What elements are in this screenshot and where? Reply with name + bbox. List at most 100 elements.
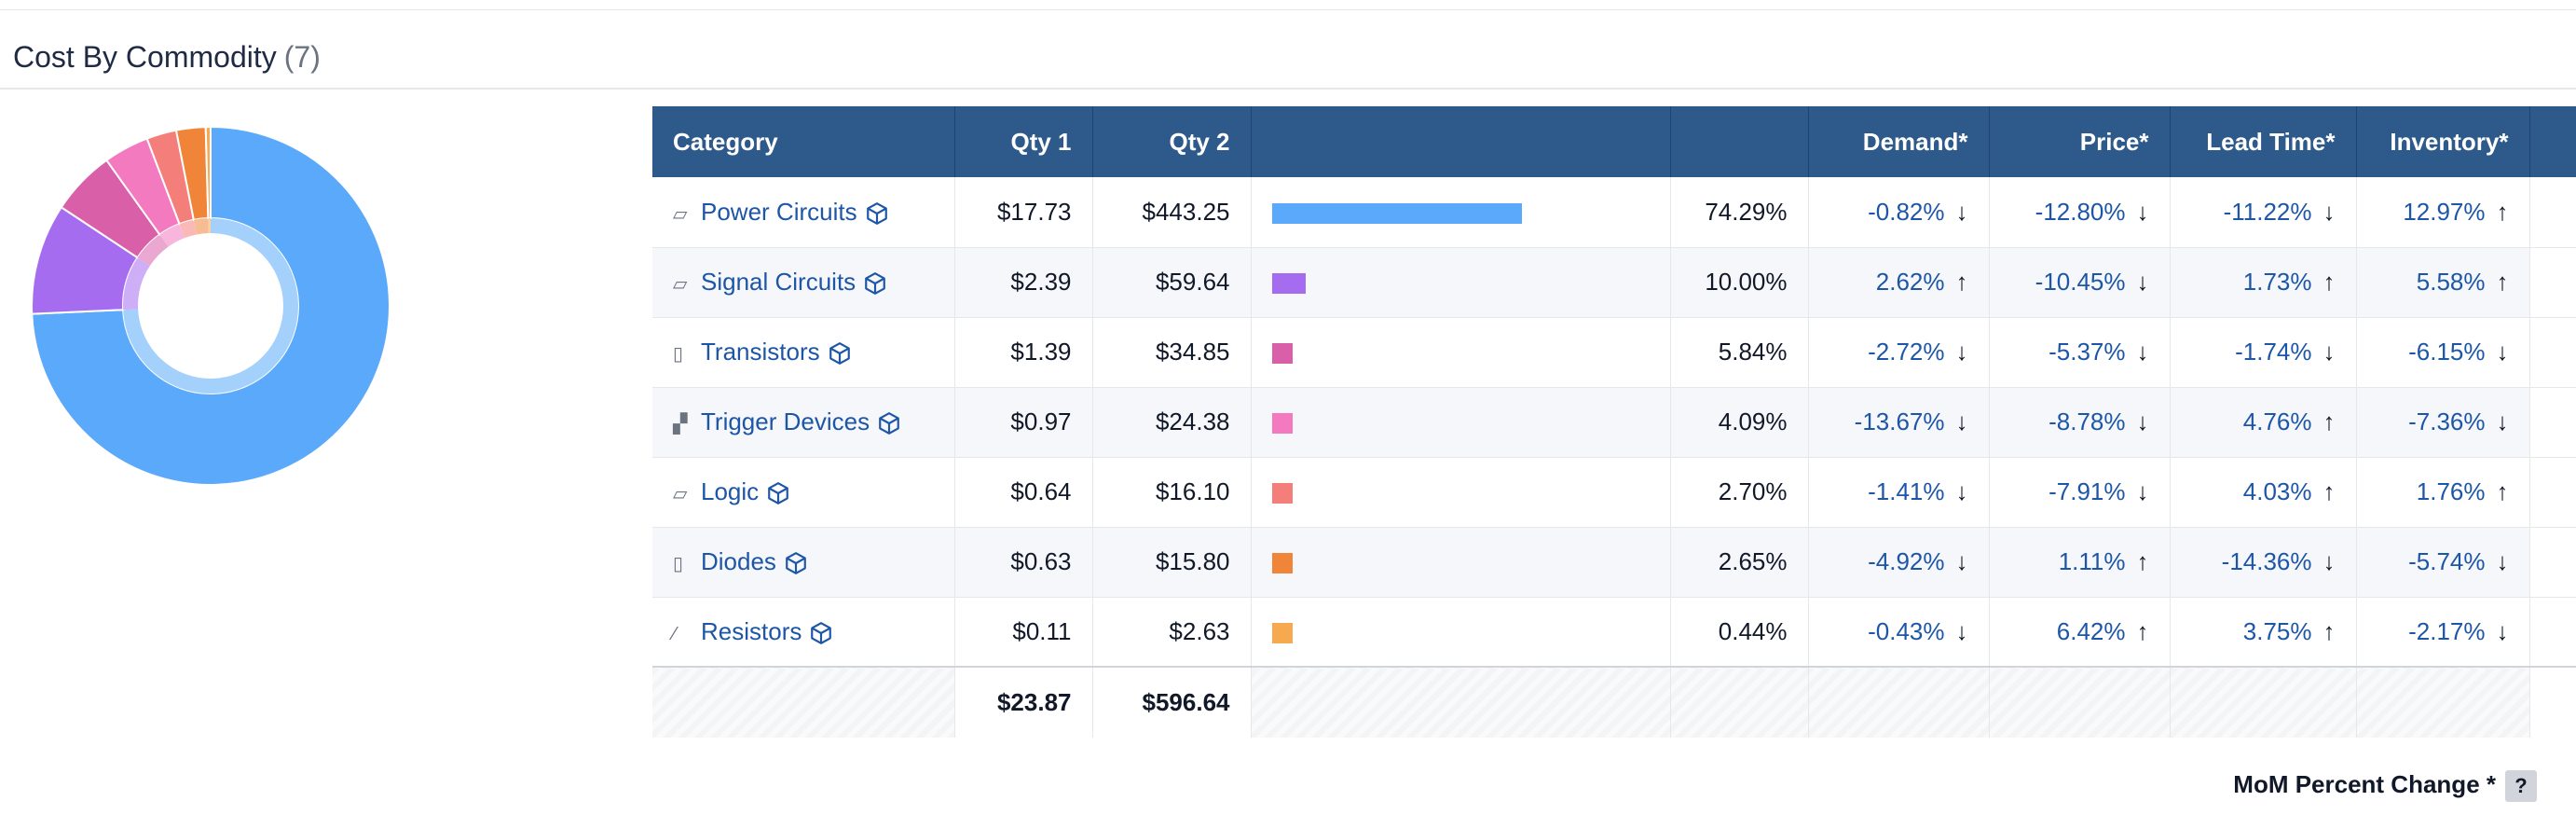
column-header-qty2[interactable]: Qty 2 [1092,106,1252,177]
category-link[interactable]: Logic [701,477,759,505]
resistor-icon: ⁄ [673,623,677,644]
row-gutter [2529,527,2576,597]
totals-empty-cell [652,667,955,738]
column-header-qty1[interactable]: Qty 1 [954,106,1093,177]
inventory-cell[interactable]: -2.17% ↓ [2356,597,2530,667]
category-cell: ▞ Trigger Devices [652,387,955,457]
category-cell: ▱ Signal Circuits [652,247,955,317]
column-header-demand[interactable]: Demand* [1808,106,1990,177]
lead-time-cell[interactable]: -1.74% ↓ [2170,317,2357,387]
price-cell[interactable]: -7.91% ↓ [1989,457,2171,527]
price-arrow-icon: ↓ [2136,338,2149,366]
inventory-cell[interactable]: 5.58% ↑ [2356,247,2530,317]
category-link[interactable]: Trigger Devices [701,408,870,435]
column-header-inventory[interactable]: Inventory* [2356,106,2530,177]
lead-time-value: 4.03% [2242,477,2312,505]
column-header-category[interactable]: Category [652,106,955,177]
total-qty2: $596.64 [1092,667,1252,738]
table-header-row: Category Qty 1 Qty 2 Demand* Price* Lead… [652,106,2576,177]
inventory-value: -6.15% [2408,338,2486,366]
inventory-cell[interactable]: -7.36% ↓ [2356,387,2530,457]
lead-time-cell[interactable]: 4.76% ↑ [2170,387,2357,457]
qty2-cell: $16.10 [1092,457,1252,527]
demand-arrow-icon: ↓ [1955,408,1968,435]
category-cell: ▱ Power Circuits [652,177,955,247]
price-cell[interactable]: -10.45% ↓ [1989,247,2171,317]
share-bar [1271,553,1293,574]
share-bar-cell [1251,247,1671,317]
lead-time-cell[interactable]: 1.73% ↑ [2170,247,2357,317]
lead-time-cell[interactable]: 3.75% ↑ [2170,597,2357,667]
price-arrow-icon: ↓ [2136,268,2149,296]
totals-empty-cell [2356,667,2530,738]
demand-cell[interactable]: -1.41% ↓ [1808,457,1990,527]
category-link[interactable]: Power Circuits [701,198,857,226]
inventory-cell[interactable]: 12.97% ↑ [2356,177,2530,247]
qty2-cell: $443.25 [1092,177,1252,247]
demand-value: -4.92% [1868,547,1945,575]
help-button[interactable]: ? [2505,770,2537,803]
cube-icon[interactable] [809,621,833,645]
demand-cell[interactable]: -0.43% ↓ [1808,597,1990,667]
demand-cell[interactable]: 2.62% ↑ [1808,247,1990,317]
demand-value: 2.62% [1875,268,1945,296]
category-cell: ⁄ Resistors [652,597,955,667]
category-link[interactable]: Signal Circuits [701,268,856,296]
cube-icon[interactable] [865,201,889,226]
lead-time-value: -1.74% [2235,338,2312,366]
signal-circuit-icon: ▱ [673,274,688,295]
cube-icon[interactable] [784,551,808,575]
title-text: Cost By Commodity [13,40,277,74]
category-link[interactable]: Diodes [701,547,776,575]
category-link[interactable]: Resistors [701,617,802,645]
totals-empty-cell [1808,667,1990,738]
price-value: 1.11% [2058,547,2126,575]
lead-time-cell[interactable]: -14.36% ↓ [2170,527,2357,597]
row-gutter [2529,317,2576,387]
price-cell[interactable]: -5.37% ↓ [1989,317,2171,387]
demand-cell[interactable]: -13.67% ↓ [1808,387,1990,457]
transistor-icon: ▯ [673,344,684,365]
lead-time-value: 3.75% [2242,616,2312,645]
qty1-cell: $1.39 [954,317,1093,387]
share-bar [1271,273,1306,295]
inventory-cell[interactable]: 1.76% ↑ [2356,457,2530,527]
lead-time-cell[interactable]: 4.03% ↑ [2170,457,2357,527]
price-cell[interactable]: -8.78% ↓ [1989,387,2171,457]
demand-cell[interactable]: -2.72% ↓ [1808,317,1990,387]
share-bar [1271,343,1293,365]
demand-cell[interactable]: -0.82% ↓ [1808,177,1990,247]
demand-arrow-icon: ↓ [1955,477,1968,505]
inventory-cell[interactable]: -5.74% ↓ [2356,527,2530,597]
pie-inner-ring-resistors [208,218,211,234]
qty1-cell: $0.63 [954,527,1093,597]
row-gutter [2529,247,2576,317]
cube-icon[interactable] [863,271,887,296]
inventory-cell[interactable]: -6.15% ↓ [2356,317,2530,387]
demand-cell[interactable]: -4.92% ↓ [1808,527,1990,597]
price-value: -7.91% [2048,477,2126,505]
lead-time-arrow-icon: ↑ [2323,268,2336,296]
price-cell[interactable]: -12.80% ↓ [1989,177,2171,247]
cube-icon[interactable] [877,411,901,435]
lead-time-cell[interactable]: -11.22% ↓ [2170,177,2357,247]
column-header-share-bar [1251,106,1671,177]
cube-icon[interactable] [766,481,790,505]
lead-time-arrow-icon: ↑ [2323,616,2336,645]
category-cell: ▯ Transistors [652,317,955,387]
share-bar-cell [1251,597,1671,667]
price-cell[interactable]: 6.42% ↑ [1989,597,2171,667]
demand-arrow-icon: ↓ [1955,547,1968,575]
price-cell[interactable]: 1.11% ↑ [1989,527,2171,597]
row-gutter [2529,387,2576,457]
column-header-lead-time[interactable]: Lead Time* [2170,106,2357,177]
cube-icon[interactable] [828,341,852,366]
qty2-cell: $34.85 [1092,317,1252,387]
category-link[interactable]: Transistors [701,338,820,366]
demand-arrow-icon: ↑ [1955,268,1968,296]
totals-empty-cell [1670,667,1809,738]
category-cell: ▯ Diodes [652,527,955,597]
column-header-price[interactable]: Price* [1989,106,2171,177]
lead-time-arrow-icon: ↑ [2323,408,2336,435]
inventory-value: 5.58% [2416,268,2486,296]
